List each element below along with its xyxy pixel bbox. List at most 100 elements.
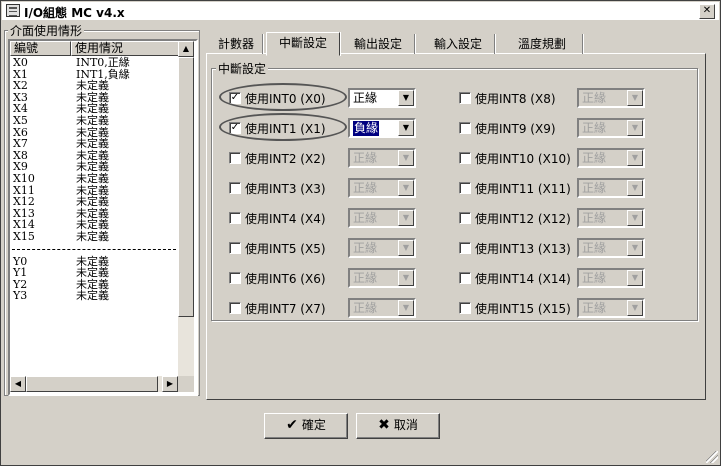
interrupt-label[interactable]: 使用INT7 (X7) [245, 300, 326, 317]
chevron-down-icon[interactable]: ▼ [627, 210, 643, 226]
interrupt-checkbox[interactable] [459, 302, 471, 314]
interrupt-label[interactable]: 使用INT6 (X6) [245, 270, 326, 287]
interrupt-label[interactable]: 使用INT3 (X3) [245, 180, 326, 197]
chevron-down-icon[interactable]: ▼ [398, 300, 414, 316]
edge-select[interactable]: 正緣 ▼ [577, 268, 645, 288]
interrupt-label[interactable]: 使用INT5 (X5) [245, 240, 326, 257]
chevron-down-icon[interactable]: ▼ [627, 90, 643, 106]
scroll-right-icon[interactable]: ▶ [162, 376, 178, 392]
list-item[interactable]: X12 未定義 [10, 196, 178, 208]
interrupt-checkbox[interactable] [229, 152, 241, 164]
edge-select[interactable]: 正緣 ▼ [348, 178, 416, 198]
chevron-down-icon[interactable]: ▼ [398, 240, 414, 256]
interrupt-checkbox[interactable] [229, 242, 241, 254]
interrupt-checkbox[interactable] [459, 152, 471, 164]
ok-label: 確定 [301, 418, 326, 432]
edge-select[interactable]: 正緣 ▼ [348, 298, 416, 318]
list-item[interactable]: X0 INT0,正緣 [10, 57, 178, 69]
edge-select[interactable]: 正緣 ▼ [348, 88, 416, 108]
usage-listbox[interactable]: 編號 使用情況 X0 INT0,正緣 X1 INT1,負緣 X2 未定義 X3 未定義 X4 未定… [8, 39, 198, 396]
edge-select[interactable]: 正緣 ▼ [348, 208, 416, 228]
chevron-down-icon[interactable]: ▼ [627, 270, 643, 286]
list-item[interactable]: Y3 未定義 [10, 290, 178, 302]
tab-output[interactable]: 輸出設定 [342, 34, 415, 54]
interrupt-checkbox[interactable] [229, 212, 241, 224]
interrupt-label[interactable]: 使用INT8 (X8) [475, 90, 556, 107]
interrupt-checkbox[interactable] [229, 302, 241, 314]
chevron-down-icon[interactable]: ▼ [627, 180, 643, 196]
interrupt-row: 使用INT14 (X14) 正緣 ▼ [459, 268, 689, 288]
chevron-down-icon[interactable]: ▼ [627, 120, 643, 136]
edge-select[interactable]: 負緣 ▼ [348, 118, 416, 138]
edge-select[interactable]: 正緣 ▼ [348, 148, 416, 168]
chevron-down-icon[interactable]: ▼ [627, 150, 643, 166]
edge-select[interactable]: 正緣 ▼ [577, 178, 645, 198]
interrupt-checkbox[interactable] [459, 92, 471, 104]
list-item[interactable]: X10 未定義 [10, 173, 178, 185]
horizontal-scrollbar[interactable]: ◀ ▶ [10, 376, 178, 392]
interrupt-checkbox[interactable]: ✓ [229, 92, 241, 104]
chevron-down-icon[interactable]: ▼ [398, 120, 414, 136]
interrupt-checkbox[interactable] [459, 272, 471, 284]
item-status: 未定義 [76, 289, 109, 303]
interrupt-label[interactable]: 使用INT0 (X0) [245, 90, 326, 107]
chevron-down-icon[interactable]: ▼ [398, 180, 414, 196]
interrupt-label[interactable]: 使用INT15 (X15) [475, 300, 571, 317]
list-item[interactable]: X7 未定義 [10, 138, 178, 150]
edge-select[interactable]: 正緣 ▼ [577, 118, 645, 138]
hscroll-thumb[interactable] [26, 376, 158, 392]
tab-counter[interactable]: 計數器 [210, 34, 263, 54]
edge-select[interactable]: 正緣 ▼ [577, 238, 645, 258]
chevron-down-icon[interactable]: ▼ [398, 150, 414, 166]
scroll-thumb[interactable] [178, 57, 194, 317]
chevron-down-icon[interactable]: ▼ [398, 90, 414, 106]
interrupt-label[interactable]: 使用INT11 (X11) [475, 180, 571, 197]
edge-select[interactable]: 正緣 ▼ [577, 88, 645, 108]
ok-button[interactable]: ✔ 確定 [264, 413, 348, 439]
chevron-down-icon[interactable]: ▼ [398, 270, 414, 286]
list-item[interactable]: Y1 未定義 [10, 267, 178, 279]
interrupt-checkbox[interactable]: ✓ [229, 122, 241, 134]
interrupt-checkbox[interactable] [459, 242, 471, 254]
list-item[interactable]: X15 未定義 [10, 231, 178, 243]
edge-select[interactable]: 正緣 ▼ [577, 298, 645, 318]
edge-select[interactable]: 正緣 ▼ [577, 208, 645, 228]
interrupt-row: 使用INT3 (X3) 正緣 ▼ [229, 178, 459, 198]
list-item[interactable]: X5 未定義 [10, 115, 178, 127]
edge-value: 正緣 [582, 241, 607, 255]
resize-grip-icon[interactable] [706, 451, 718, 463]
tab-temperature[interactable]: 溫度規劃 [502, 34, 583, 54]
interrupt-label[interactable]: 使用INT1 (X1) [245, 120, 326, 137]
interrupt-label[interactable]: 使用INT14 (X14) [475, 270, 571, 287]
vertical-scrollbar[interactable]: ▲ [178, 41, 194, 376]
cancel-button[interactable]: ✖ 取消 [356, 413, 440, 439]
interrupt-checkbox[interactable] [229, 182, 241, 194]
interrupt-checkbox[interactable] [459, 212, 471, 224]
header-usage[interactable]: 使用情況 [71, 41, 179, 56]
interrupt-label[interactable]: 使用INT13 (X13) [475, 240, 571, 257]
edge-select[interactable]: 正緣 ▼ [348, 268, 416, 288]
close-button[interactable]: ✕ [699, 4, 715, 19]
tab-interrupt[interactable]: 中斷設定 [266, 32, 340, 56]
scroll-left-icon[interactable]: ◀ [10, 376, 26, 392]
chevron-down-icon[interactable]: ▼ [398, 210, 414, 226]
edge-value: 正緣 [353, 241, 378, 255]
interrupt-checkbox[interactable] [459, 182, 471, 194]
interrupt-label[interactable]: 使用INT12 (X12) [475, 210, 571, 227]
edge-select[interactable]: 正緣 ▼ [577, 148, 645, 168]
item-id: X12 [13, 195, 35, 209]
chevron-down-icon[interactable]: ▼ [627, 300, 643, 316]
interrupt-row: 使用INT2 (X2) 正緣 ▼ [229, 148, 459, 168]
interrupt-label[interactable]: 使用INT9 (X9) [475, 120, 556, 137]
interrupt-label[interactable]: 使用INT4 (X4) [245, 210, 326, 227]
interrupt-label[interactable]: 使用INT2 (X2) [245, 150, 326, 167]
interrupt-label[interactable]: 使用INT10 (X10) [475, 150, 571, 167]
chevron-down-icon[interactable]: ▼ [627, 240, 643, 256]
header-id[interactable]: 編號 [10, 41, 71, 56]
scroll-up-icon[interactable]: ▲ [178, 41, 194, 57]
interrupt-checkbox[interactable] [229, 272, 241, 284]
interrupt-checkbox[interactable] [459, 122, 471, 134]
edge-select[interactable]: 正緣 ▼ [348, 238, 416, 258]
tab-input[interactable]: 輸入設定 [422, 34, 495, 54]
title-bar[interactable]: I/O組態 MC v4.x ✕ [2, 2, 719, 20]
